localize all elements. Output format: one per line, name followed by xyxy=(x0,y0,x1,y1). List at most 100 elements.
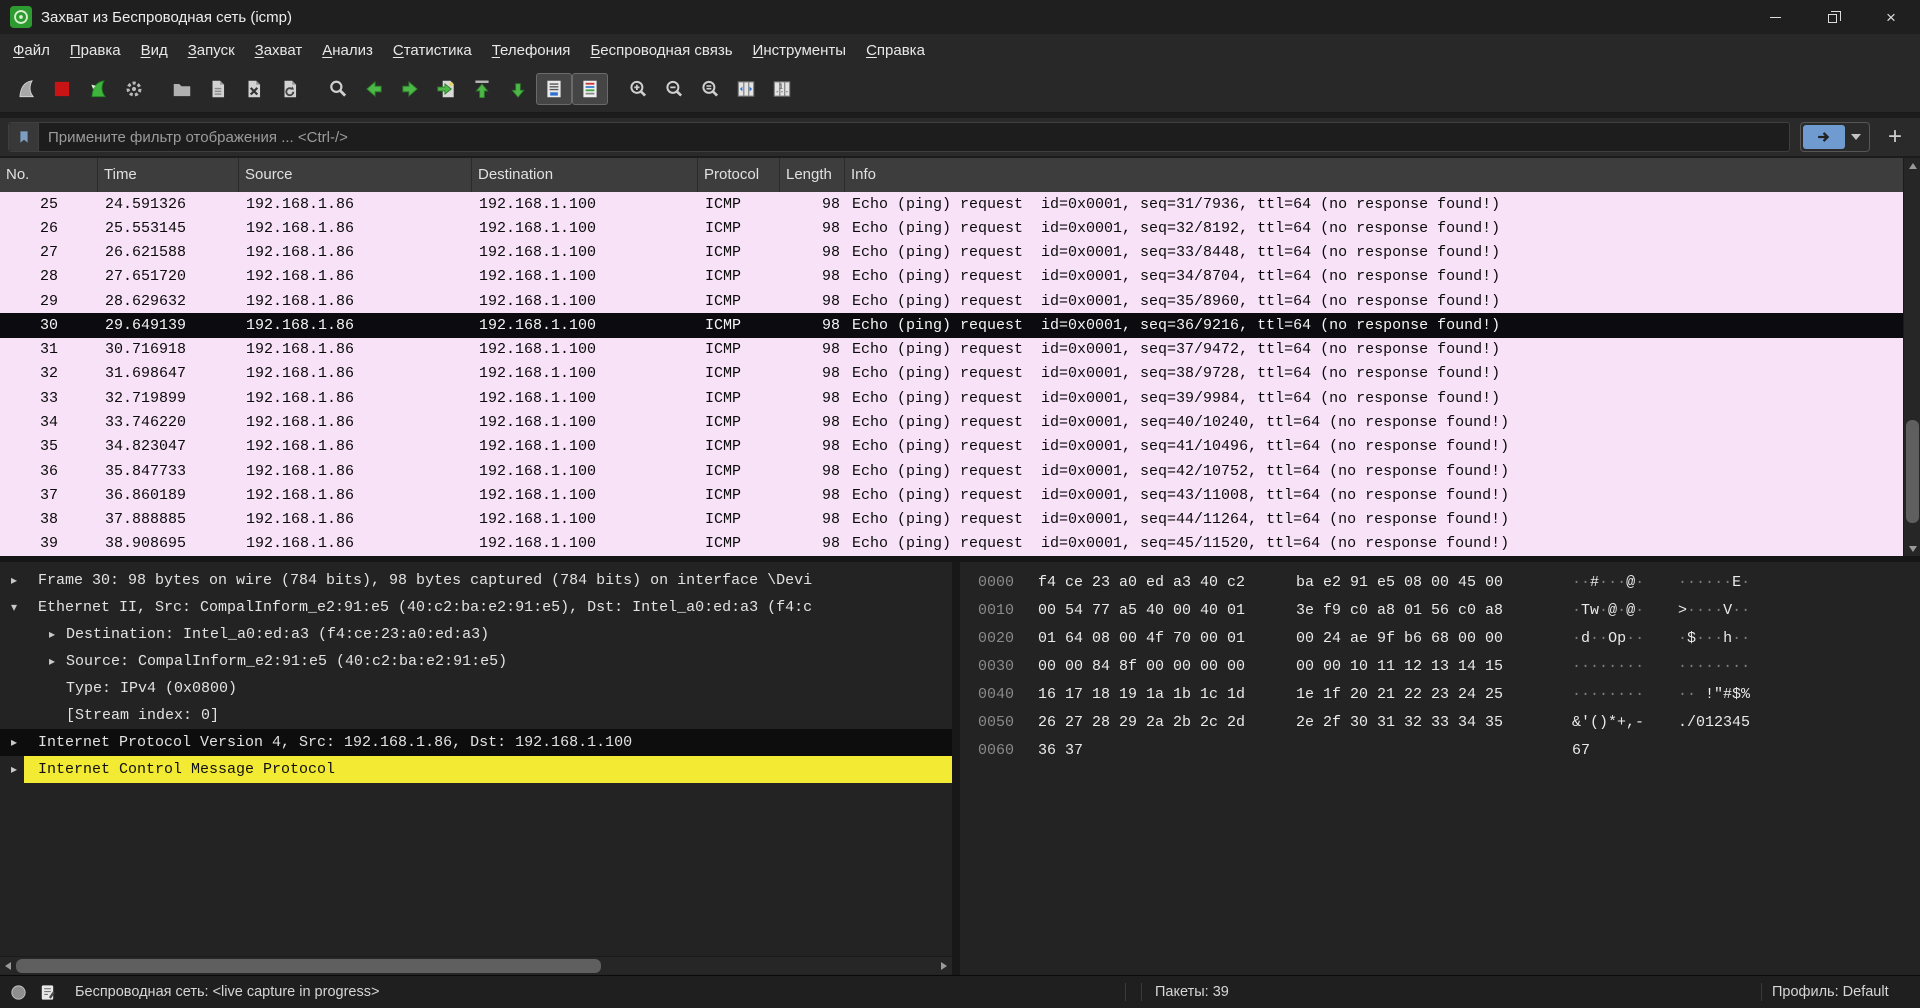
ascii-bytes: ········ xyxy=(1678,653,1750,681)
packet-row-38[interactable]: 3837.888885192.168.1.86192.168.1.100ICMP… xyxy=(0,507,1920,531)
expanded-arrow-icon[interactable]: ▾ xyxy=(11,594,17,621)
detail-row[interactable]: ▾Ethernet II, Src: CompalInform_e2:91:e5… xyxy=(0,594,952,621)
zoom-out-button[interactable] xyxy=(656,73,692,105)
save-file-button[interactable] xyxy=(200,73,236,105)
go-to-packet-button[interactable] xyxy=(428,73,464,105)
hex-row-0050[interactable]: 005026 27 28 29 2a 2b 2c 2d2e 2f 30 31 3… xyxy=(960,709,1920,737)
add-filter-button[interactable]: + xyxy=(1878,122,1912,152)
stop-capture-button[interactable] xyxy=(44,73,80,105)
scroll-right-arrow[interactable] xyxy=(936,957,952,975)
scrollbar-thumb[interactable] xyxy=(1906,420,1919,523)
packet-row-34[interactable]: 3433.746220192.168.1.86192.168.1.100ICMP… xyxy=(0,410,1920,434)
reload-file-button[interactable] xyxy=(272,73,308,105)
menu-file[interactable]: Файл xyxy=(3,38,60,63)
cell-time: 26.621588 xyxy=(98,244,239,261)
menu-edit[interactable]: Правка xyxy=(60,38,131,63)
restart-capture-button[interactable] xyxy=(80,73,116,105)
find-packet-button[interactable] xyxy=(320,73,356,105)
detail-row[interactable]: [Stream index: 0] xyxy=(0,702,952,729)
packet-row-33[interactable]: 3332.719899192.168.1.86192.168.1.100ICMP… xyxy=(0,386,1920,410)
menu-view[interactable]: Вид xyxy=(131,38,178,63)
column-header-protocol[interactable]: Protocol xyxy=(698,158,780,192)
detail-horizontal-scrollbar[interactable] xyxy=(0,956,952,974)
column-header-no[interactable]: No. xyxy=(0,158,98,192)
packet-row-36[interactable]: 3635.847733192.168.1.86192.168.1.100ICMP… xyxy=(0,459,1920,483)
column-header-length[interactable]: Length xyxy=(780,158,845,192)
colorize-button[interactable] xyxy=(572,73,608,105)
menu-help[interactable]: Справка xyxy=(856,38,935,63)
start-capture-button[interactable] xyxy=(8,73,44,105)
close-file-button[interactable] xyxy=(236,73,272,105)
detail-row[interactable]: ▸Internet Protocol Version 4, Src: 192.1… xyxy=(0,729,952,756)
close-icon: × xyxy=(1886,9,1896,26)
restore-button[interactable] xyxy=(1804,0,1862,34)
menu-go[interactable]: Запуск xyxy=(178,38,245,63)
column-header-info[interactable]: Info xyxy=(845,158,1920,192)
capture-options-button[interactable] xyxy=(116,73,152,105)
hex-row-0060[interactable]: 006036 3767 xyxy=(960,737,1920,765)
detail-row[interactable]: ▸Internet Control Message Protocol xyxy=(0,756,952,783)
detail-row[interactable]: ▸Destination: Intel_a0:ed:a3 (f4:ce:23:a… xyxy=(0,621,952,648)
resize-columns-button[interactable] xyxy=(728,73,764,105)
scrollbar-thumb[interactable] xyxy=(16,959,601,973)
detail-row[interactable]: ▸Frame 30: 98 bytes on wire (784 bits), … xyxy=(0,567,952,594)
collapsed-arrow-icon[interactable]: ▸ xyxy=(11,756,17,783)
menu-tools[interactable]: Инструменты xyxy=(743,38,857,63)
scroll-down-arrow[interactable] xyxy=(1904,541,1920,556)
packet-row-39[interactable]: 3938.908695192.168.1.86192.168.1.100ICMP… xyxy=(0,532,1920,556)
go-last-packet-button[interactable] xyxy=(500,73,536,105)
zoom-reset-button[interactable] xyxy=(692,73,728,105)
close-button[interactable]: × xyxy=(1862,0,1920,34)
scroll-left-arrow[interactable] xyxy=(0,957,16,975)
go-first-packet-button[interactable] xyxy=(464,73,500,105)
hex-row-0020[interactable]: 002001 64 08 00 4f 70 00 0100 24 ae 9f b… xyxy=(960,625,1920,653)
packet-list-vertical-scrollbar[interactable] xyxy=(1903,158,1920,556)
filter-history-dropdown[interactable] xyxy=(1845,125,1867,149)
profile-text[interactable]: Профиль: Default xyxy=(1772,984,1889,1000)
column-header-destination[interactable]: Destination xyxy=(472,158,698,192)
open-file-button[interactable] xyxy=(164,73,200,105)
packet-row-37[interactable]: 3736.860189192.168.1.86192.168.1.100ICMP… xyxy=(0,483,1920,507)
hex-row-0040[interactable]: 004016 17 18 19 1a 1b 1c 1d1e 1f 20 21 2… xyxy=(960,681,1920,709)
collapsed-arrow-icon[interactable]: ▸ xyxy=(11,729,17,756)
packet-row-27[interactable]: 2726.621588192.168.1.86192.168.1.100ICMP… xyxy=(0,241,1920,265)
collapsed-arrow-icon[interactable]: ▸ xyxy=(11,567,17,594)
packet-row-28[interactable]: 2827.651720192.168.1.86192.168.1.100ICMP… xyxy=(0,265,1920,289)
packet-row-26[interactable]: 2625.553145192.168.1.86192.168.1.100ICMP… xyxy=(0,216,1920,240)
menu-analyze[interactable]: Анализ xyxy=(312,38,383,63)
go-forward-button[interactable] xyxy=(392,73,428,105)
column-header-source[interactable]: Source xyxy=(239,158,472,192)
go-back-button[interactable] xyxy=(356,73,392,105)
find-packet-icon xyxy=(327,78,349,100)
packet-row-25[interactable]: 2524.591326192.168.1.86192.168.1.100ICMP… xyxy=(0,192,1920,216)
capture-file-properties-icon[interactable] xyxy=(38,983,57,1002)
menu-wireless[interactable]: Беспроводная связь xyxy=(580,38,742,63)
menu-telephony[interactable]: Телефония xyxy=(482,38,581,63)
expert-info-icon[interactable] xyxy=(9,983,28,1002)
filter-bookmark-button[interactable] xyxy=(9,123,39,151)
auto-scroll-button[interactable] xyxy=(536,73,572,105)
packet-row-29[interactable]: 2928.629632192.168.1.86192.168.1.100ICMP… xyxy=(0,289,1920,313)
packet-row-31[interactable]: 3130.716918192.168.1.86192.168.1.100ICMP… xyxy=(0,338,1920,362)
packet-row-35[interactable]: 3534.823047192.168.1.86192.168.1.100ICMP… xyxy=(0,435,1920,459)
pane-splitter-vertical[interactable] xyxy=(952,562,960,975)
menu-capture[interactable]: Захват xyxy=(245,38,313,63)
fit-columns-button[interactable]: 1 xyxy=(764,73,800,105)
hex-row-0030[interactable]: 003000 00 84 8f 00 00 00 0000 00 10 11 1… xyxy=(960,653,1920,681)
display-filter-input[interactable] xyxy=(39,129,1789,146)
packet-row-32[interactable]: 3231.698647192.168.1.86192.168.1.100ICMP… xyxy=(0,362,1920,386)
detail-row[interactable]: ▸Source: CompalInform_e2:91:e5 (40:c2:ba… xyxy=(0,648,952,675)
packet-row-30[interactable]: 3029.649139192.168.1.86192.168.1.100ICMP… xyxy=(0,313,1920,337)
collapsed-arrow-icon[interactable]: ▸ xyxy=(49,648,55,675)
minimize-button[interactable] xyxy=(1746,0,1804,34)
collapsed-arrow-icon[interactable]: ▸ xyxy=(49,621,55,648)
detail-text: Type: IPv4 (0x0800) xyxy=(66,680,237,697)
scroll-up-arrow[interactable] xyxy=(1904,158,1920,173)
hex-row-0000[interactable]: 0000f4 ce 23 a0 ed a3 40 c2ba e2 91 e5 0… xyxy=(960,569,1920,597)
menu-statistics[interactable]: Статистика xyxy=(383,38,482,63)
zoom-in-button[interactable] xyxy=(620,73,656,105)
column-header-time[interactable]: Time xyxy=(98,158,239,192)
detail-row[interactable]: Type: IPv4 (0x0800) xyxy=(0,675,952,702)
apply-filter-button[interactable] xyxy=(1803,125,1845,149)
hex-row-0010[interactable]: 001000 54 77 a5 40 00 40 013e f9 c0 a8 0… xyxy=(960,597,1920,625)
